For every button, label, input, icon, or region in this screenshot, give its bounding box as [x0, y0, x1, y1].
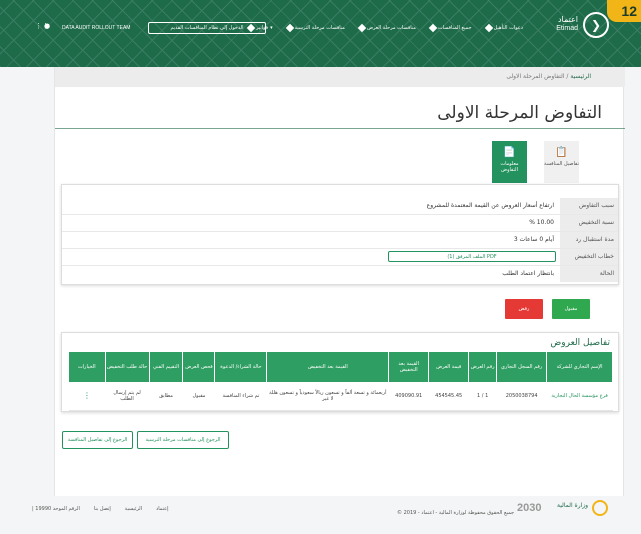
reject-button[interactable]: رفض — [505, 299, 543, 319]
logo-ar: اعتماد — [557, 15, 578, 24]
cell-request-status: لم يتم إرسال الطلب — [105, 382, 150, 411]
cell-offer-number: 1 / 1 — [468, 382, 497, 411]
offers-header-row: الإسم التجاري للشركة رقم السجل التجاري ر… — [69, 352, 613, 382]
cell-value-after: 409090.91 — [388, 382, 429, 411]
cell-technical-eval: مطابق — [149, 382, 183, 411]
nav-qualification[interactable]: دعوات التأهيل — [484, 23, 523, 33]
col-cr-number: رقم السجل التجاري — [496, 352, 548, 382]
footer-unified-number: | الرقم الموحد 19990 — [32, 506, 80, 512]
col-value-after: القيمة بعد التخفيض — [388, 352, 430, 382]
main-nav: دعوات التأهيل جميع المنافسات منافسات مرح… — [246, 21, 523, 35]
cell-cr: 2050038794 — [496, 382, 547, 411]
col-request-status: حالة طلب التخفيض — [105, 352, 150, 382]
footer-link-contact[interactable]: إتصل بنا — [94, 506, 111, 512]
info-row-duration: مدة استقبال رد المورد 3 أيام 0 ساعات — [62, 232, 618, 259]
page: 12 ❯ اعتماد Etimad دعوات التأهيل جميع ال… — [0, 0, 641, 534]
back-to-details-button[interactable]: الرجوع إلى تفاصيل المنافسة — [62, 431, 133, 449]
col-value-after-text: القيمة بعد التخفيض — [266, 352, 390, 382]
footer: © جميع الحقوق محفوظة لوزارة المالية - اع… — [0, 496, 641, 534]
info-row-status: الحالة بانتظار اعتماد الطلب — [62, 266, 618, 282]
nav-awarding-stage[interactable]: منافسات مرحلة الترسية — [285, 23, 345, 33]
cell-value-text: أربعمائة و تسعة ألفاً و تسعون ريالاً سعو… — [266, 382, 389, 411]
negotiation-info-box: سبب التفاوض ارتفاع أسعار العروض عن القيم… — [61, 184, 619, 285]
nav-all-tenders[interactable]: جميع المنافسات — [428, 23, 472, 33]
offers-table: الإسم التجاري للشركة رقم السجل التجاري ر… — [69, 352, 613, 411]
main-container: الرئيسية / التفاوض المرحلة الاولى التفاو… — [54, 67, 625, 496]
top-header: 12 ❯ اعتماد Etimad دعوات التأهيل جميع ال… — [0, 0, 641, 67]
col-offer-value: قيمة العرض — [428, 352, 470, 382]
footer-links: إعتماد الرئيسية إتصل بنا | الرقم الموحد … — [32, 506, 169, 512]
nav-diamond-icon — [484, 23, 493, 33]
company-link[interactable]: فرع مؤسسة الحال التجارية — [546, 382, 613, 411]
tab-tender-details[interactable]: 📋 تفاصيل المنافسة — [544, 141, 579, 183]
nav-diamond-icon — [285, 23, 294, 33]
info-row-reason: سبب التفاوض ارتفاع أسعار العروض عن القيم… — [62, 198, 618, 214]
pdf-attachment-button[interactable]: الملف المرفق (1) PDF — [388, 251, 556, 262]
nav-diamond-icon — [428, 23, 438, 33]
nav-offer-stage[interactable]: منافسات مرحلة العرض — [357, 23, 416, 33]
accept-button[interactable]: مقبول — [552, 299, 590, 319]
footer-link-etimad[interactable]: إعتماد — [156, 506, 169, 512]
clipboard-icon: 📋 — [555, 147, 568, 158]
tab-negotiation-info[interactable]: 📄 معلومات التفاوض — [492, 141, 527, 183]
offers-panel: تفاصيل العروض الإسم التجاري للشركة رقم ا… — [61, 332, 619, 412]
grid-menu-icon[interactable]: ⋮⋮ — [35, 22, 49, 30]
col-offer-check: فحص العرض — [182, 352, 216, 382]
footer-copyright: © جميع الحقوق محفوظة لوزارة المالية - اع… — [397, 510, 515, 516]
vision-2030-logo: 2030 — [517, 502, 542, 514]
offers-title: تفاصيل العروض — [550, 338, 610, 348]
page-title: التفاوض المرحلة الاولى — [437, 103, 602, 123]
cell-offer-value: 454545.45 — [428, 382, 469, 411]
back-to-awarding-button[interactable]: الرجوع إلى منافسات مرحلة الترسية — [137, 431, 229, 449]
document-icon: 📄 — [503, 147, 516, 158]
nav-diamond-icon — [357, 23, 367, 33]
old-system-button[interactable]: الدخول إلى نظام المنافسات القديم — [148, 22, 266, 34]
ministry-logo-icon — [592, 500, 608, 516]
corner-badge: 12 — [607, 0, 641, 22]
cell-purchase-status: تم شراء المنافسة — [214, 382, 267, 411]
title-divider — [55, 128, 625, 129]
etimad-logo[interactable]: ❯ اعتماد Etimad — [531, 12, 609, 42]
ministry-name: وزارة المالية — [557, 502, 589, 509]
footer-link-home[interactable]: الرئيسية — [125, 506, 142, 512]
col-technical-eval: التقييم الفني — [149, 352, 184, 382]
col-purchase-status: حالة الشراء/ الدعوة — [214, 352, 268, 382]
breadcrumb-separator: / — [566, 73, 569, 80]
col-offer-number: رقم العرض — [468, 352, 498, 382]
breadcrumb: الرئيسية / التفاوض المرحلة الاولى — [55, 67, 625, 87]
logo-arrow-icon: ❯ — [583, 12, 609, 38]
breadcrumb-home[interactable]: الرئيسية — [570, 73, 591, 80]
logo-en: Etimad — [556, 25, 578, 32]
info-row-letter: خطاب التخفيض الملف المرفق (1) PDF — [62, 249, 618, 265]
col-options: الخيارات — [69, 352, 106, 382]
team-name[interactable]: DATA AUDIT ROLLOUT TEAM — [62, 25, 130, 31]
options-menu-icon[interactable]: ⋮ — [69, 382, 106, 411]
table-row: فرع مؤسسة الحال التجارية 2050038794 1 / … — [69, 382, 613, 411]
breadcrumb-current: التفاوض المرحلة الاولى — [506, 73, 565, 80]
col-company: الإسم التجاري للشركة — [546, 352, 613, 382]
cell-offer-check: مقبول — [182, 382, 215, 411]
info-row-discount: نسبة التخفيض % 10.00 — [62, 215, 618, 231]
